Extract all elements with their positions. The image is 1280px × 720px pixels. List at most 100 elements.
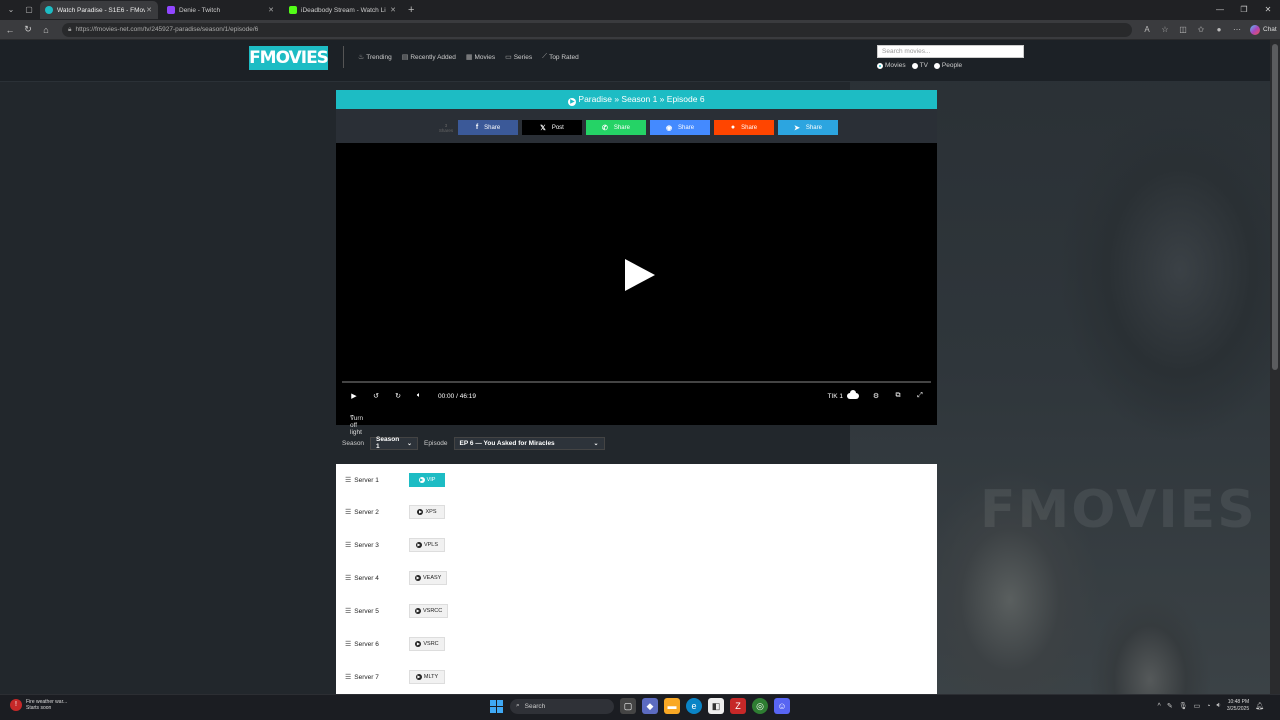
cloud-icon[interactable] xyxy=(847,390,859,399)
new-tab-icon[interactable]: + xyxy=(408,4,414,16)
restore-icon[interactable]: ❐ xyxy=(1232,0,1256,20)
progress-bar[interactable] xyxy=(342,381,931,383)
browser-tab-fmovies[interactable]: Watch Paradise - S1E6 - FMovies ✕ xyxy=(40,1,158,19)
notifications-icon[interactable]: 🔔︎ xyxy=(1255,702,1264,710)
edge-browser-icon[interactable]: e xyxy=(686,698,702,714)
close-window-icon[interactable]: ✕ xyxy=(1256,0,1280,20)
split-screen-icon[interactable]: ◫ xyxy=(1174,25,1192,34)
tray-overflow-icon[interactable]: ^ xyxy=(1158,703,1161,710)
windows-start-icon[interactable] xyxy=(488,698,504,714)
page-scrollbar[interactable] xyxy=(1270,40,1280,694)
site-logo[interactable]: FMOVIES xyxy=(249,46,329,70)
read-aloud-icon[interactable]: A xyxy=(1138,25,1156,34)
server-name: ☰ Server 7 xyxy=(345,673,379,682)
tab-actions-icon[interactable]: ⌄ xyxy=(4,3,18,17)
big-play-icon[interactable] xyxy=(625,259,655,291)
red-app-icon[interactable]: Z xyxy=(730,698,746,714)
server-label: Server 5 xyxy=(354,607,379,615)
episode-title: Paradise » Season 1 » Episode 6 xyxy=(578,94,705,104)
share-telegram-button[interactable]: ➤ Share xyxy=(778,120,838,135)
list-icon: ☰ xyxy=(345,674,352,681)
share-label: Share xyxy=(678,124,695,131)
background-watermark: FMOVIES xyxy=(980,480,1257,540)
microphone-icon[interactable]: 🎙︎ xyxy=(1179,702,1188,710)
more-icon[interactable]: ⋯ xyxy=(1228,25,1246,34)
episode-label: Episode xyxy=(424,439,448,447)
share-x-button[interactable]: 𝕏 Post xyxy=(522,120,582,135)
fullscreen-icon[interactable]: ⤢ xyxy=(913,392,927,400)
share-whatsapp-button[interactable]: ✆ Share xyxy=(586,120,646,135)
monitor-icon[interactable]: ▭ xyxy=(1194,702,1201,710)
refresh-icon[interactable]: ↻ xyxy=(20,24,36,35)
workspaces-icon[interactable]: ▢ xyxy=(22,3,36,17)
weather-widget[interactable]: ! Fire weather war... Starts soon xyxy=(10,699,67,711)
nav-movies[interactable]: ▦ Movies xyxy=(466,53,495,62)
share-facebook-button[interactable]: f Share xyxy=(458,120,518,135)
player-controls: ▶ ↺ ↻ 🔈︎ 00:00 / 46:19 TIK 1 ⚙ ⧉ ⤢ xyxy=(336,389,937,403)
clock[interactable]: 10:48 PM 3/25/2025 xyxy=(1227,699,1249,713)
main-nav: ♨ Trending ▤ Recently Added ▦ Movies ▭ Serie… xyxy=(358,53,579,61)
tab-title: Watch Paradise - S1E6 - FMovies xyxy=(57,6,145,14)
lock-icon: 🔒︎ xyxy=(68,25,72,33)
copilot-icon[interactable]: ◆ xyxy=(642,698,658,714)
season-label: Season xyxy=(342,439,365,447)
rewind-10-icon[interactable]: ↺ xyxy=(369,392,383,400)
chrome-icon[interactable]: ◎ xyxy=(752,698,768,714)
server-source-label: VSRCC xyxy=(423,608,443,614)
task-view-icon[interactable]: ▢ xyxy=(620,698,636,714)
speaker-icon[interactable]: 🔉︎ xyxy=(1216,702,1220,710)
server-source-button[interactable]: ▶ MLTY xyxy=(409,670,445,684)
browser-tab-kick[interactable]: iDeadbody Stream - Watch Li ✕ xyxy=(284,1,402,19)
radio-movies[interactable]: Movies xyxy=(877,62,906,69)
favorites-icon[interactable]: ✩ xyxy=(1192,25,1210,34)
season-select[interactable]: Season 1 ⌄ xyxy=(370,436,419,450)
close-tab-icon[interactable]: ✕ xyxy=(389,6,397,14)
forward-10-icon[interactable]: ↻ xyxy=(391,392,405,400)
share-messenger-button[interactable]: ◉ Share xyxy=(650,120,710,135)
network-icon[interactable]: ◔ xyxy=(1206,703,1210,710)
scrollbar-thumb[interactable] xyxy=(1272,44,1278,370)
taskbar-search[interactable]: ⌕ Search xyxy=(510,698,614,714)
server-source-button[interactable]: ▶ VIP xyxy=(409,473,445,487)
close-tab-icon[interactable]: ✕ xyxy=(145,6,153,14)
reddit-icon: ● xyxy=(730,124,736,131)
radio-tv[interactable]: TV xyxy=(911,62,928,69)
nav-trending[interactable]: ♨ Trending xyxy=(358,53,392,62)
settings-gear-icon[interactable]: ⚙ xyxy=(869,392,883,400)
back-icon[interactable]: ← xyxy=(2,25,18,35)
play-icon[interactable]: ▶ xyxy=(347,392,361,400)
share-reddit-button[interactable]: ● Share xyxy=(714,120,774,135)
server-source-button[interactable]: ▶ VPLS xyxy=(409,538,445,552)
picture-in-picture-icon[interactable]: ⧉ xyxy=(891,392,905,400)
play-circle-icon: ▶ xyxy=(417,509,424,515)
video-player[interactable]: ▶ ↺ ↻ 🔈︎ 00:00 / 46:19 TIK 1 ⚙ ⧉ ⤢ xyxy=(336,143,937,415)
home-icon[interactable]: ⌂ xyxy=(38,25,54,35)
browser-tab-twitch[interactable]: Denie - Twitch ✕ xyxy=(162,1,280,19)
nav-series[interactable]: ▭ Series xyxy=(505,53,532,62)
browser-tab-bar: ⌄ ▢ Watch Paradise - S1E6 - FMovies ✕ De… xyxy=(0,0,1280,20)
server-source-button[interactable]: ▶ VSRC xyxy=(409,637,445,651)
radio-people[interactable]: People xyxy=(933,62,962,69)
file-explorer-icon[interactable]: ▬ xyxy=(664,698,680,714)
share-label: Share xyxy=(613,124,630,131)
server-source-button[interactable]: ▶ XPS xyxy=(409,505,445,519)
profile-avatar-icon[interactable]: ● xyxy=(1210,25,1228,34)
site-search-input[interactable]: Search movies... xyxy=(877,45,1024,58)
copilot-chat-button[interactable]: Chat xyxy=(1250,24,1277,35)
url-field[interactable]: 🔒︎ https://fmovies-net.com/tv/245927-par… xyxy=(62,22,1132,37)
chevron-down-icon: ⌄ xyxy=(407,440,413,447)
store-icon[interactable]: ◧ xyxy=(708,698,724,714)
nav-top-rated[interactable]: ⟋ Top Rated xyxy=(542,53,579,61)
discord-icon[interactable]: ☺ xyxy=(774,698,790,714)
episode-select[interactable]: EP 6 — You Asked for Miracles ⌄ xyxy=(453,436,605,450)
radio-selected-icon xyxy=(877,62,883,69)
close-tab-icon[interactable]: ✕ xyxy=(267,6,275,14)
volume-icon[interactable]: 🔈︎ xyxy=(412,392,426,400)
pen-icon[interactable]: ✎ xyxy=(1167,702,1173,710)
server-source-button[interactable]: ▶ VSRCC xyxy=(409,604,449,618)
server-source-button[interactable]: ▶ VEASY xyxy=(409,571,448,585)
favorite-star-icon[interactable]: ☆ xyxy=(1156,25,1174,34)
nav-recently-added[interactable]: ▤ Recently Added xyxy=(402,53,456,62)
minimize-icon[interactable]: — xyxy=(1208,0,1232,20)
quality-label[interactable]: TIK 1 xyxy=(827,393,843,400)
